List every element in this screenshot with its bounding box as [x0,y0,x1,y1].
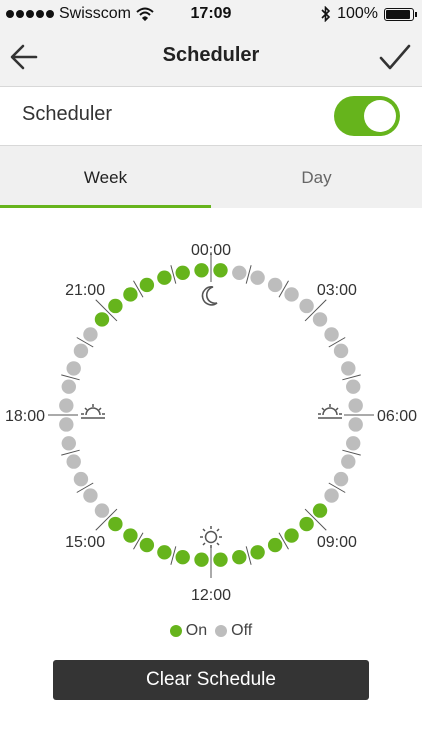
scheduler-label: Scheduler [22,103,113,125]
battery-fill [386,9,410,19]
schedule-slot[interactable] [213,552,228,567]
hour-tick [170,546,177,565]
scheduler-toggle[interactable] [334,96,400,136]
legend-off-dot [215,625,228,637]
page-title: Scheduler [162,44,260,66]
hour-label: 03:00 [317,282,357,299]
tab-selected-indicator [0,205,211,208]
schedule-slot[interactable] [250,545,265,560]
hour-label: 18:00 [5,408,45,425]
schedule-slot[interactable] [324,327,339,342]
hour-tick [170,265,177,284]
schedule-slot[interactable] [108,516,123,532]
schedule-slot[interactable] [73,343,89,359]
hour-label: 21:00 [65,282,105,299]
schedule-slot[interactable] [299,516,314,532]
battery-percentage: 100% [337,5,378,22]
hour-label: 06:00 [377,408,417,425]
schedule-slot[interactable] [213,263,228,278]
legend-on-label: On [185,622,208,639]
schedule-slot[interactable] [157,545,172,560]
legend-off: Off [215,622,252,640]
schedule-slot[interactable] [348,398,363,413]
schedule-slot[interactable] [267,537,283,553]
schedule-slot[interactable] [341,454,356,469]
schedule-slot[interactable] [94,312,110,327]
schedule-slot[interactable] [83,327,98,342]
hour-tick [245,265,252,284]
schedule-clock: 00:00 03:00 06:00 09:00 12:00 15:00 18:00 21:00 [5,242,417,604]
navigation-bar: Scheduler [0,28,422,87]
schedule-slot[interactable] [66,454,81,469]
moon-icon [201,286,218,306]
schedule-slot[interactable] [284,528,299,543]
schedule-slot[interactable] [346,379,361,394]
hour-tick [61,449,80,456]
schedule-slot[interactable] [267,277,283,293]
schedule-slot[interactable] [324,488,339,503]
schedule-slot[interactable] [59,398,74,413]
schedule-slot[interactable] [94,503,110,518]
tab-day[interactable]: Day [211,146,422,208]
tab-bar: Week Day [0,146,422,208]
legend: On Off [0,619,422,643]
schedule-slot[interactable] [333,471,349,487]
legend-off-label: Off [231,622,253,639]
schedule-slot[interactable] [348,417,363,432]
schedule-slot[interactable] [123,287,138,302]
schedule-slot[interactable] [232,265,247,280]
schedule-slot[interactable] [61,436,76,451]
schedule-slot[interactable] [341,361,356,376]
status-bar: Swisscom 17:09 100% [0,0,422,28]
schedule-slot[interactable] [232,550,247,565]
sunset-icon [81,404,105,419]
toggle-knob [364,100,396,132]
battery-icon [384,7,417,21]
schedule-slot[interactable] [108,298,123,314]
schedule-slot[interactable] [175,265,190,280]
schedule-slot[interactable] [83,488,98,503]
clock-ticks [48,252,374,578]
schedule-slot[interactable] [73,471,89,487]
schedule-slot[interactable] [139,277,155,293]
hour-tick [245,546,252,565]
schedule-slot[interactable] [61,379,76,394]
hour-label: 15:00 [65,534,105,551]
status-bar-right: 100% [321,5,417,23]
schedule-slot[interactable] [250,270,265,285]
schedule-slot[interactable] [175,550,190,565]
hour-tick [61,374,80,381]
schedule-slot[interactable] [194,263,209,278]
schedule-slot[interactable] [123,528,138,543]
legend-on-dot [169,625,182,637]
schedule-slot[interactable] [312,312,328,327]
clear-schedule-button[interactable]: Clear Schedule [53,660,369,700]
hour-tick [342,374,361,381]
sun-icon [200,526,222,548]
schedule-slot[interactable] [139,537,155,553]
sunrise-icon [318,404,342,419]
schedule-slot[interactable] [299,298,314,314]
schedule-slot[interactable] [66,361,81,376]
hour-label: 09:00 [317,534,357,551]
schedule-slot[interactable] [59,417,74,432]
checkmark-icon[interactable] [378,41,412,73]
hour-label: 00:00 [191,242,231,259]
hour-label: 12:00 [191,587,231,604]
schedule-slot[interactable] [312,503,328,518]
schedule-slot[interactable] [333,343,349,359]
schedule-slot[interactable] [284,287,299,302]
legend-on: On [169,622,208,640]
scheduler-setting-row: Scheduler [0,87,422,146]
schedule-slot[interactable] [157,270,172,285]
bluetooth-icon [321,6,331,22]
schedule-slot[interactable] [346,436,361,451]
schedule-slot[interactable] [194,552,209,567]
tab-week[interactable]: Week [0,146,211,208]
hour-tick [342,449,361,456]
